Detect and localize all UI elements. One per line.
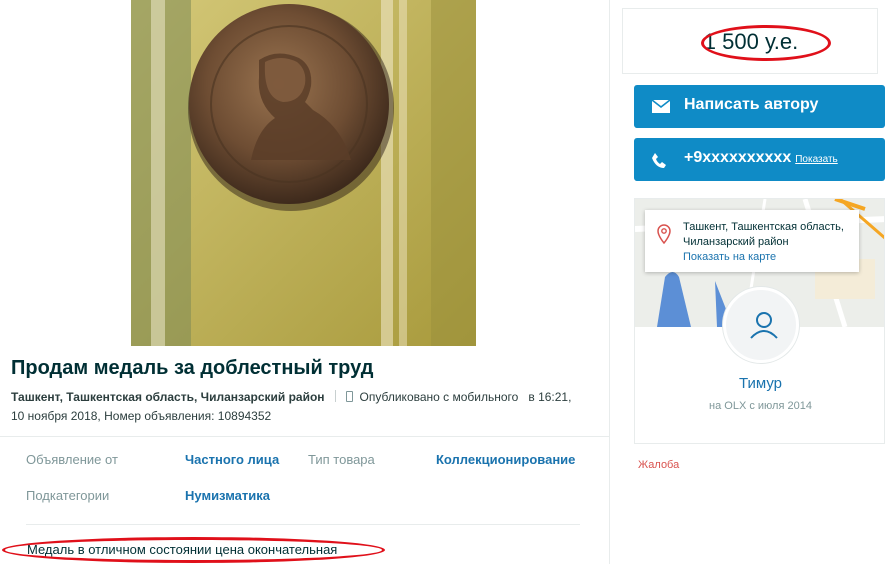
published-date: 10 ноября 2018, bbox=[11, 409, 101, 423]
listing-main: Продам медаль за доблестный труд Ташкент… bbox=[0, 0, 610, 564]
published-time: в 16:21, bbox=[528, 390, 572, 404]
listing-sidebar: 1 500 у.е. Написать автору +9xxxxxxxxxx П… bbox=[612, 0, 887, 564]
seller-card: Ташкент, Ташкентская область, Чиланзарск… bbox=[634, 198, 885, 444]
param-label-subcategory: Подкатегории bbox=[26, 488, 110, 503]
map-location-text: Ташкент, Ташкентская область, Чиланзарск… bbox=[683, 221, 844, 248]
meta-divider bbox=[334, 390, 336, 402]
param-value-seller-type[interactable]: Частного лица bbox=[185, 452, 279, 467]
listing-photo[interactable] bbox=[131, 0, 476, 346]
param-label-seller-type: Объявление от bbox=[26, 452, 118, 467]
listing-location[interactable]: Ташкент, Ташкентская область, Чиланзарск… bbox=[11, 390, 325, 404]
complaint-link[interactable]: Жалоба bbox=[638, 459, 679, 471]
write-author-button[interactable]: Написать автору bbox=[634, 85, 885, 128]
price-box: 1 500 у.е. bbox=[622, 8, 878, 74]
listing-params: Объявление от Частного лица Тип товара К… bbox=[26, 452, 582, 524]
seller-name[interactable]: Тимур bbox=[635, 375, 884, 392]
seller-avatar[interactable] bbox=[723, 287, 799, 363]
show-phone-button[interactable]: +9xxxxxxxxxx Показать bbox=[634, 138, 885, 181]
phone-icon bbox=[652, 153, 666, 168]
ad-number: Номер объявления: 10894352 bbox=[104, 409, 272, 423]
param-value-item-type[interactable]: Коллекционирование bbox=[436, 452, 575, 467]
map-location-popup: Ташкент, Ташкентская область, Чиланзарск… bbox=[645, 210, 859, 272]
section-divider bbox=[0, 436, 610, 437]
phone-number: +9xxxxxxxxxx Показать bbox=[684, 149, 838, 167]
phone-number-text: +9xxxxxxxxxx bbox=[684, 149, 792, 166]
price-highlight-ellipse bbox=[701, 25, 831, 61]
user-icon bbox=[750, 312, 778, 339]
param-label-item-type: Тип товара bbox=[308, 452, 375, 467]
seller-since: на OLX с июля 2014 bbox=[709, 400, 812, 412]
params-divider bbox=[26, 524, 580, 525]
show-phone-link[interactable]: Показать bbox=[795, 154, 838, 165]
published-label: Опубликовано с мобильного bbox=[359, 390, 519, 404]
params-row: Подкатегории Нумизматика bbox=[26, 488, 582, 524]
listing-meta: Ташкент, Ташкентская область, Чиланзарск… bbox=[11, 388, 601, 426]
medal-photo-image bbox=[131, 0, 476, 346]
params-row: Объявление от Частного лица Тип товара К… bbox=[26, 452, 582, 488]
envelope-icon bbox=[652, 100, 670, 113]
listing-title: Продам медаль за доблестный труд bbox=[11, 357, 374, 379]
mobile-phone-icon bbox=[345, 391, 353, 402]
write-author-label: Написать автору bbox=[684, 96, 819, 113]
show-on-map-link[interactable]: Показать на карте bbox=[683, 251, 776, 263]
location-pin-icon bbox=[657, 224, 671, 244]
param-value-subcategory[interactable]: Нумизматика bbox=[185, 488, 270, 503]
description-highlight-ellipse bbox=[2, 537, 385, 563]
